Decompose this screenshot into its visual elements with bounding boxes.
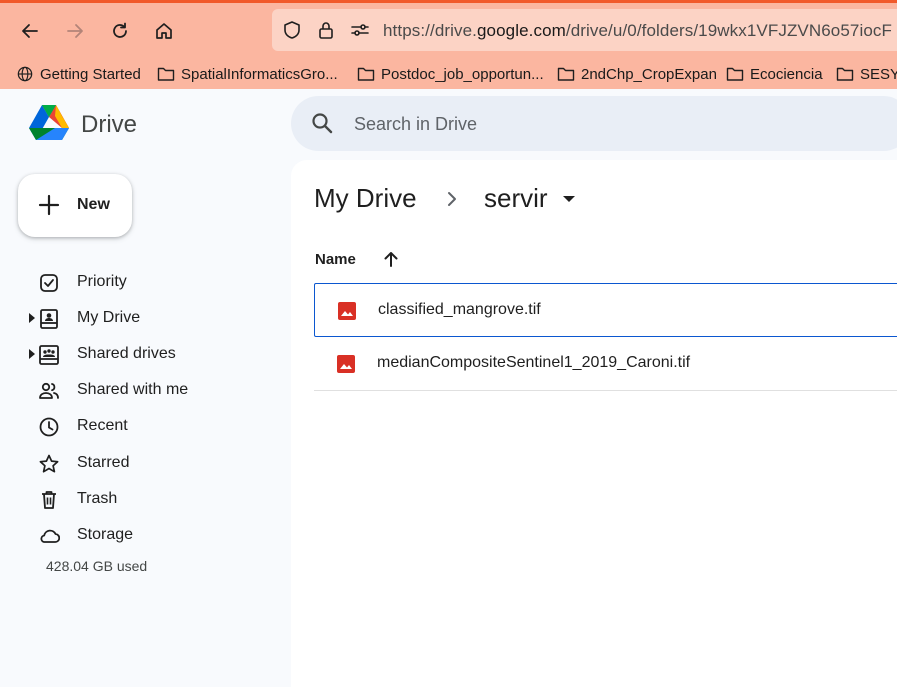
bookmark-label: Getting Started <box>40 65 141 83</box>
bookmark-folder[interactable]: Ecociencia <box>726 62 823 86</box>
folder-icon <box>836 67 854 81</box>
search-icon[interactable] <box>311 112 333 134</box>
breadcrumb-my-drive[interactable]: My Drive <box>314 183 417 214</box>
drive-logo-icon[interactable] <box>28 104 70 142</box>
forward-button[interactable] <box>59 15 91 47</box>
sidebar-item-priority[interactable]: Priority <box>24 266 274 298</box>
sidebar-item-label: Shared with me <box>77 381 189 398</box>
back-button[interactable] <box>14 15 46 47</box>
sidebar-item-shared-drives[interactable]: Shared drives <box>24 338 274 370</box>
folder-icon <box>726 67 744 81</box>
sidebar-item-storage[interactable]: Storage <box>24 519 274 551</box>
sidebar-item-trash[interactable]: Trash <box>24 483 274 515</box>
sidebar-item-label: Shared drives <box>77 345 176 362</box>
folder-icon <box>557 67 575 81</box>
reload-button[interactable] <box>104 15 136 47</box>
breadcrumb-current-folder[interactable]: servir <box>484 183 548 214</box>
image-file-icon <box>338 302 356 320</box>
home-icon <box>156 23 172 39</box>
url-prefix: https://drive. <box>383 21 477 40</box>
lock-icon[interactable] <box>316 20 336 40</box>
arrow-left-icon <box>22 24 38 38</box>
file-name: medianCompositeSentinel1_2019_Caroni.tif <box>377 354 691 371</box>
star-icon <box>39 454 59 473</box>
search-bar[interactable]: Search in Drive <box>291 96 897 151</box>
caret-right-icon[interactable] <box>28 313 36 323</box>
sidebar-item-label: Recent <box>77 417 128 434</box>
shield-icon[interactable] <box>282 20 302 40</box>
main-content <box>291 160 897 687</box>
sidebar-item-label: My Drive <box>77 309 141 326</box>
file-row[interactable]: medianCompositeSentinel1_2019_Caroni.tif <box>314 337 897 391</box>
file-row[interactable]: classified_mangrove.tif <box>314 283 897 337</box>
trash-icon <box>42 491 56 509</box>
brand-name: Drive <box>81 111 138 138</box>
file-name: classified_mangrove.tif <box>378 301 541 318</box>
bookmark-folder[interactable]: 2ndChp_CropExpan <box>557 62 717 86</box>
permissions-icon[interactable] <box>350 20 370 40</box>
bookmark-folder[interactable]: SESYN <box>836 62 897 86</box>
shared-with-me-icon <box>39 382 59 399</box>
url-domain: google.com <box>477 21 566 40</box>
new-button-label: New <box>77 196 110 213</box>
new-button[interactable]: New <box>18 174 132 237</box>
bookmark-label: Postdoc_job_opportun... <box>381 65 544 83</box>
shared-drives-icon <box>39 345 59 365</box>
url-path: /drive/u/0/folders/19wkx1VFJZVN6o57iocF <box>565 21 892 40</box>
image-file-icon <box>337 355 355 373</box>
bookmark-getting-started[interactable]: Getting Started <box>16 62 141 86</box>
my-drive-icon <box>40 309 58 329</box>
sidebar-item-recent[interactable]: Recent <box>24 410 274 442</box>
bookmark-folder[interactable]: SpatialInformaticsGro... <box>157 62 338 86</box>
sidebar-item-label: Trash <box>77 490 118 507</box>
sidebar-item-label: Starred <box>77 454 130 471</box>
search-placeholder[interactable]: Search in Drive <box>354 114 477 135</box>
sort-ascending-icon[interactable] <box>381 249 401 269</box>
plus-icon <box>38 194 60 216</box>
browser-toolbar: https://drive.google.com/drive/u/0/folde… <box>0 0 897 89</box>
home-button[interactable] <box>148 15 180 47</box>
sidebar-item-my-drive[interactable]: My Drive <box>24 302 274 334</box>
arrow-right-icon <box>67 24 83 38</box>
chevron-right-icon <box>448 192 456 206</box>
url-text[interactable]: https://drive.google.com/drive/u/0/folde… <box>383 21 892 41</box>
folder-icon <box>357 67 375 81</box>
caret-right-icon[interactable] <box>28 349 36 359</box>
bookmark-folder[interactable]: Postdoc_job_opportun... <box>357 62 544 86</box>
sidebar-item-label: Priority <box>77 273 127 290</box>
address-bar[interactable]: https://drive.google.com/drive/u/0/folde… <box>272 9 897 51</box>
storage-used-text: 428.04 GB used <box>46 558 148 574</box>
clock-icon <box>39 417 59 437</box>
priority-icon <box>40 274 58 292</box>
folder-icon <box>157 67 175 81</box>
sidebar-item-shared-with-me[interactable]: Shared with me <box>24 374 274 406</box>
bookmark-label: SESYN <box>860 65 897 83</box>
sidebar-item-label: Storage <box>77 526 134 543</box>
dropdown-arrow-icon[interactable] <box>562 194 576 204</box>
reload-icon <box>113 22 127 38</box>
bookmark-label: SpatialInformaticsGro... <box>181 65 338 83</box>
sidebar-item-starred[interactable]: Starred <box>24 447 274 479</box>
globe-icon <box>17 66 33 82</box>
bookmarks-bar: Getting Started SpatialInformaticsGro...… <box>0 60 897 88</box>
bookmark-label: 2ndChp_CropExpan <box>581 65 717 83</box>
bookmark-label: Ecociencia <box>750 65 823 83</box>
column-header-name[interactable]: Name <box>315 251 356 268</box>
cloud-icon <box>40 529 60 543</box>
